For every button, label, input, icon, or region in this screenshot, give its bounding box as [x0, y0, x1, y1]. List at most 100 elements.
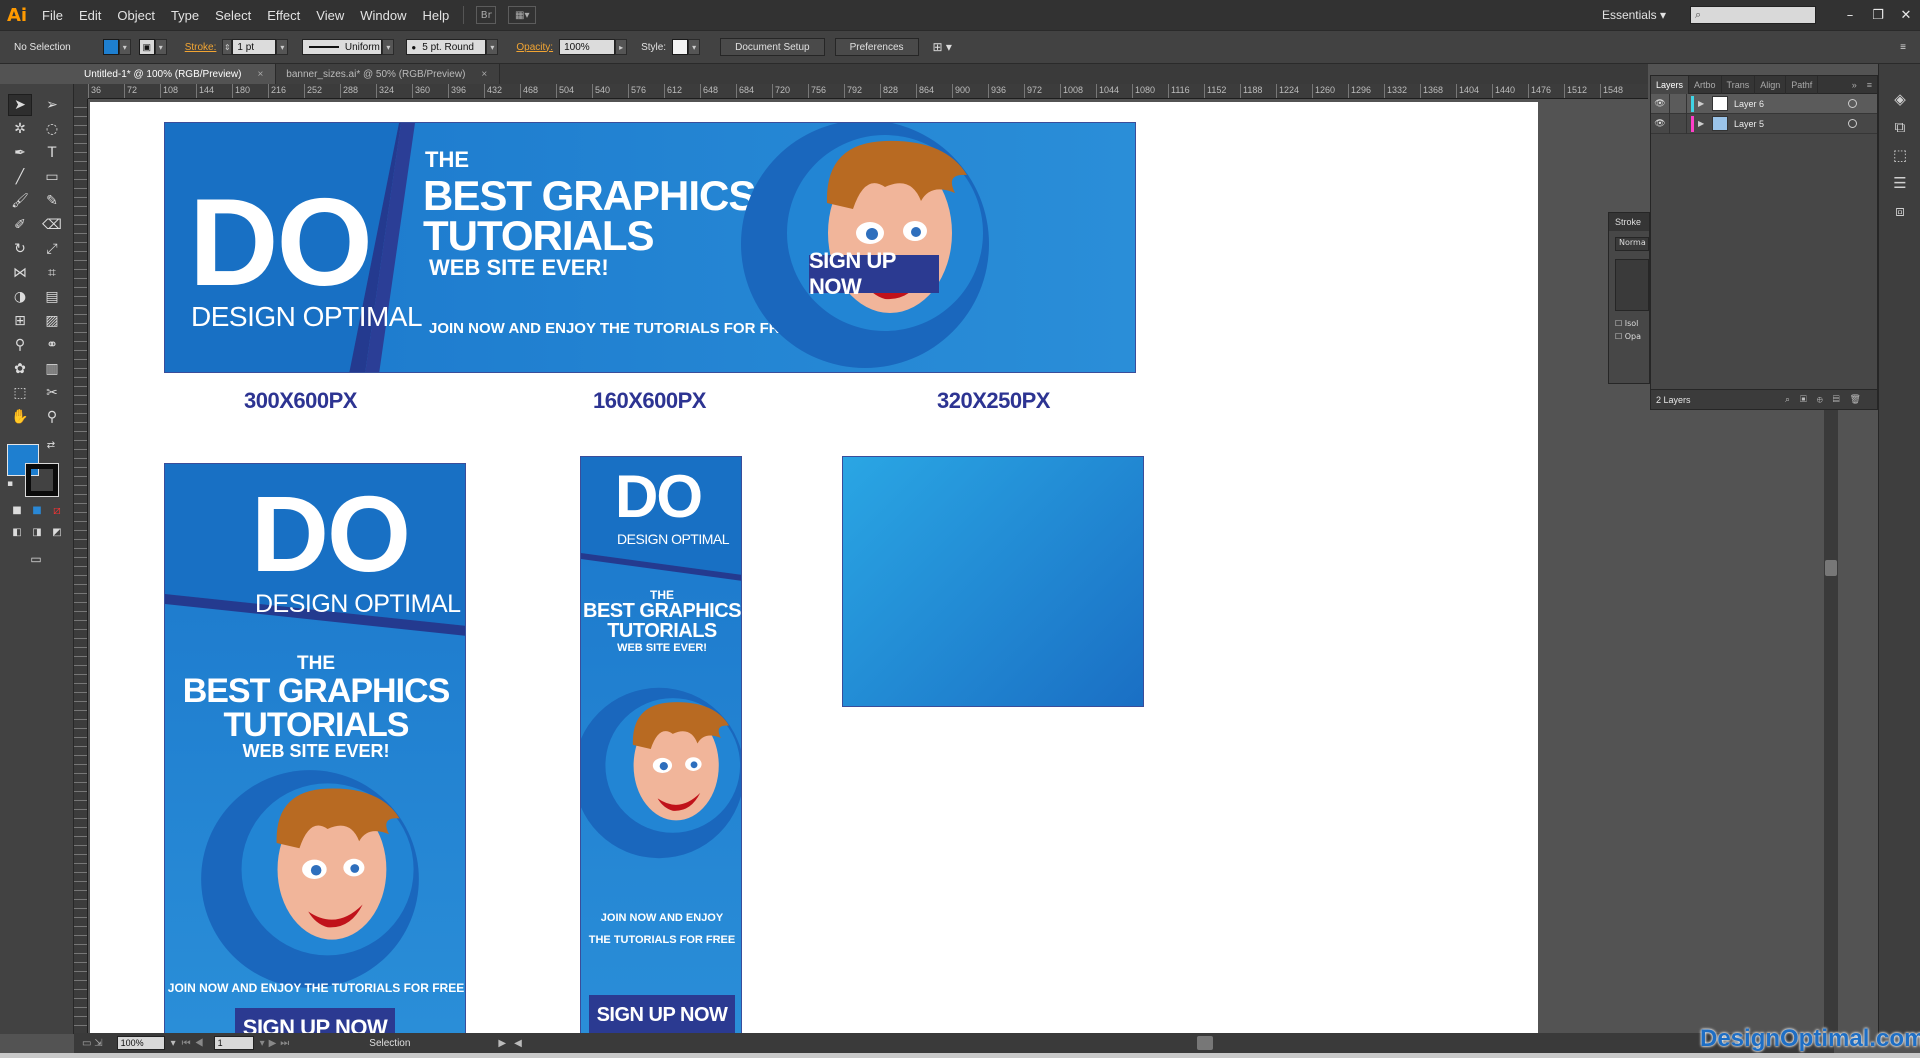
tab-close-icon[interactable]: ×	[481, 69, 487, 80]
panel-menu-icon[interactable]: ≡	[1900, 42, 1906, 53]
stroke-weight-dropdown-icon[interactable]: ▾	[276, 39, 289, 55]
style-dropdown-icon[interactable]: ▾	[688, 39, 701, 55]
sign-up-button[interactable]: SIGN UP NOW	[589, 995, 735, 1033]
brush-definition[interactable]: ● 5 pt. Round	[406, 39, 487, 55]
opacity-field[interactable]: 100%	[559, 39, 616, 55]
opacity-checkbox[interactable]: ☐ Opa	[1615, 332, 1649, 341]
arrange-documents-icon[interactable]: ▦▾	[508, 6, 537, 24]
opacity-label[interactable]: Opacity:	[516, 42, 553, 53]
profile-dropdown-icon[interactable]: ▾	[382, 39, 395, 55]
status-icons[interactable]: ▭ ⇲	[82, 1038, 103, 1049]
tab-transform[interactable]: Trans	[1722, 75, 1756, 94]
artboard-number-field[interactable]: 1	[213, 1036, 254, 1050]
layer-row-layer-6[interactable]: 👁 ▶ Layer 6	[1651, 93, 1877, 114]
menu-file[interactable]: File	[34, 8, 71, 23]
isolate-checkbox[interactable]: ☐ Isol	[1615, 319, 1649, 328]
tab-layers[interactable]: Layers	[1651, 75, 1690, 94]
menu-select[interactable]: Select	[207, 8, 259, 23]
perspective-grid-tool-icon[interactable]: ▤	[40, 286, 64, 308]
type-tool-icon[interactable]: T	[40, 142, 64, 164]
pen-tool-icon[interactable]: ✒	[8, 142, 32, 164]
menu-effect[interactable]: Effect	[259, 8, 308, 23]
document-setup-button[interactable]: Document Setup	[720, 38, 825, 56]
tab-close-icon[interactable]: ×	[257, 69, 263, 80]
tab-untitled-1[interactable]: Untitled-1* @ 100% (RGB/Preview) ×	[74, 64, 277, 84]
leaderboard-banner[interactable]: DO DESIGN OPTIMAL THE BEST GRAPHICS TUTO…	[164, 122, 1136, 373]
menu-object[interactable]: Object	[109, 8, 163, 23]
stroke-weight-field[interactable]: 1 pt	[232, 39, 277, 55]
transform-icon[interactable]: ⬚	[1889, 144, 1911, 166]
layer-actions-icons[interactable]: ⌕▣⊕▤🗑	[1785, 394, 1877, 405]
stroke-dropdown-icon[interactable]: ▾	[154, 39, 167, 55]
close-icon[interactable]: ✕	[1892, 8, 1920, 23]
zoom-tool-icon[interactable]: ⚲	[40, 406, 64, 428]
artboards-icon[interactable]: ⧉	[1889, 116, 1911, 138]
screen-mode-icon[interactable]: ▭	[24, 550, 48, 568]
fill-swatch[interactable]	[102, 39, 119, 55]
gradient-tool-icon[interactable]: ▨	[40, 310, 64, 332]
expand-triangle-icon[interactable]: ▶	[1698, 99, 1712, 108]
visibility-eye-icon[interactable]: 👁	[1651, 98, 1669, 109]
stroke-stepper[interactable]: ⇕	[222, 39, 233, 55]
rotate-tool-icon[interactable]: ↻	[8, 238, 32, 260]
free-transform-tool-icon[interactable]: ⌗	[40, 262, 64, 284]
paintbrush-tool-icon[interactable]: 🖌	[8, 190, 32, 212]
blend-mode-select[interactable]: Norma	[1615, 237, 1649, 251]
pencil-tool-icon[interactable]: ✎	[40, 190, 64, 212]
layer-row-layer-5[interactable]: 👁 ▶ Layer 5	[1651, 113, 1877, 134]
draw-normal-icon[interactable]: ◧	[8, 524, 26, 540]
vertical-scroll-thumb[interactable]	[1825, 560, 1837, 576]
draw-behind-icon[interactable]: ◨	[28, 524, 46, 540]
medium-rectangle-banner[interactable]	[842, 456, 1144, 707]
blob-brush-tool-icon[interactable]: ✐	[8, 214, 32, 236]
arrange-icon[interactable]: ⊞ ▾	[933, 40, 952, 54]
color-mode-icon[interactable]: ■	[8, 502, 26, 518]
expand-triangle-icon[interactable]: ▶	[1698, 119, 1712, 128]
variable-width-profile[interactable]: Uniform	[302, 39, 383, 55]
none-mode-icon[interactable]: ⧄	[48, 502, 66, 518]
artboard-prev-icons[interactable]: ⏮◀	[182, 1038, 208, 1049]
zoom-dropdown-icon[interactable]: ▾	[171, 1038, 176, 1049]
minimize-icon[interactable]: –	[1836, 8, 1864, 23]
canvas[interactable]: DO DESIGN OPTIMAL THE BEST GRAPHICS TUTO…	[88, 100, 1648, 1033]
rectangle-tool-icon[interactable]: ▭	[40, 166, 64, 188]
slice-tool-icon[interactable]: ✂	[40, 382, 64, 404]
horizontal-scroll-thumb[interactable]	[1197, 1036, 1213, 1050]
graph-tool-icon[interactable]: ▥	[40, 358, 64, 380]
skyscraper-300-banner[interactable]: DO DESIGN OPTIMAL THE BEST GRAPHICS TUTO…	[164, 463, 466, 1033]
target-circle-icon[interactable]	[1848, 119, 1857, 128]
fill-dropdown-icon[interactable]: ▾	[118, 39, 131, 55]
artboard-tool-icon[interactable]: ⬚	[8, 382, 32, 404]
scale-tool-icon[interactable]: ⤢	[40, 238, 64, 260]
tab-pathfinder[interactable]: Pathf	[1786, 75, 1819, 94]
direct-selection-tool-icon[interactable]: ➢	[40, 94, 64, 116]
scroll-left-icon[interactable]: ◀	[514, 1038, 522, 1049]
menu-view[interactable]: View	[308, 8, 352, 23]
layer-name[interactable]: Layer 5	[1734, 119, 1764, 129]
search-input[interactable]: ⌕	[1690, 6, 1816, 24]
stroke-swatch[interactable]: ▣	[138, 39, 155, 55]
target-circle-icon[interactable]	[1848, 99, 1857, 108]
sign-up-button[interactable]: SIGN UP NOW	[235, 1008, 395, 1033]
stroke-label[interactable]: Stroke:	[185, 42, 217, 53]
layers-icon[interactable]: ◈	[1889, 88, 1911, 110]
selection-tool-icon[interactable]: ➤	[8, 94, 32, 116]
blend-tool-icon[interactable]: ⚭	[40, 334, 64, 356]
layer-name[interactable]: Layer 6	[1734, 99, 1764, 109]
lock-toggle[interactable]	[1669, 113, 1687, 134]
restore-icon[interactable]: ❐	[1864, 8, 1892, 23]
eraser-tool-icon[interactable]: ⌫	[40, 214, 64, 236]
ruler-origin[interactable]	[74, 84, 88, 99]
menu-edit[interactable]: Edit	[71, 8, 109, 23]
gradient-mode-icon[interactable]: ■	[28, 502, 46, 518]
brush-dropdown-icon[interactable]: ▾	[486, 39, 499, 55]
eyedropper-tool-icon[interactable]: ⚲	[8, 334, 32, 356]
horizontal-ruler[interactable]: 36 72 108 144 180 216 252 288 324 360 396 432 468 504…	[88, 84, 1648, 99]
lasso-tool-icon[interactable]: ◌	[40, 118, 64, 140]
style-swatch[interactable]	[672, 39, 689, 55]
zoom-field[interactable]: 100%	[116, 1036, 165, 1050]
hand-tool-icon[interactable]: ✋	[8, 406, 32, 428]
skyscraper-160-banner[interactable]: DO DESIGN OPTIMAL THE BEST GRAPHICS TUTO…	[580, 456, 742, 1033]
panel-expand-icon[interactable]: »	[1847, 76, 1862, 94]
tab-banner-sizes[interactable]: banner_sizes.ai* @ 50% (RGB/Preview) ×	[276, 64, 501, 84]
